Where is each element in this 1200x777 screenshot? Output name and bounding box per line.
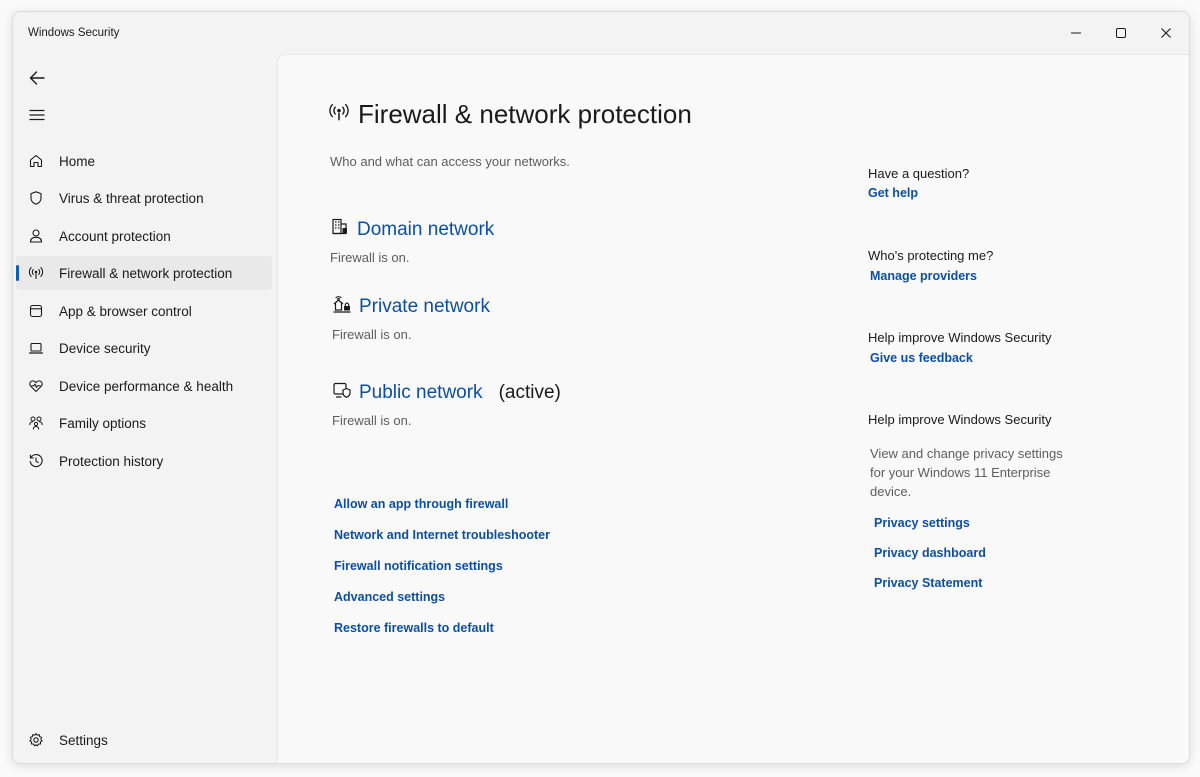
privacy-statement-link[interactable]: Privacy Statement <box>874 576 982 590</box>
heart-pulse-icon <box>27 377 45 395</box>
history-icon <box>27 452 45 470</box>
home-icon <box>27 152 45 170</box>
public-network-title: Public network <box>359 381 483 403</box>
sidebar-item-settings[interactable]: Settings <box>16 723 272 757</box>
antenna-icon <box>328 101 350 128</box>
sidebar-item-firewall-network-protection[interactable]: Firewall & network protection <box>16 256 272 290</box>
main-content: Firewall & network protection Who and wh… <box>277 54 1189 763</box>
notification-settings-link[interactable]: Firewall notification settings <box>334 559 550 590</box>
private-network-link[interactable]: Private network <box>332 294 490 319</box>
shield-icon <box>27 189 45 207</box>
troubleshooter-link[interactable]: Network and Internet troubleshooter <box>334 528 550 559</box>
app-window: Windows Security Home Virus & threat pro… <box>12 11 1190 764</box>
back-button[interactable] <box>21 64 53 92</box>
close-button[interactable] <box>1148 20 1184 46</box>
building-icon <box>330 217 350 242</box>
sidebar-item-home[interactable]: Home <box>16 144 272 178</box>
public-network-active-label: (active) <box>498 381 561 403</box>
sidebar: Home Virus & threat protection Account p… <box>13 54 277 763</box>
maximize-icon <box>1116 28 1126 38</box>
public-network-icon <box>332 380 352 405</box>
privacy-title: Help improve Windows Security <box>868 412 1052 427</box>
advanced-settings-link[interactable]: Advanced settings <box>334 590 550 621</box>
page-subtitle: Who and what can access your networks. <box>330 154 570 169</box>
back-arrow-icon <box>29 71 45 85</box>
domain-network-link[interactable]: Domain network <box>330 217 494 242</box>
person-icon <box>27 227 45 245</box>
private-network-section: Private network Firewall is on. <box>332 294 490 343</box>
privacy-settings-link[interactable]: Privacy settings <box>874 516 970 530</box>
domain-network-section: Domain network Firewall is on. <box>330 217 494 266</box>
allow-app-link[interactable]: Allow an app through firewall <box>334 497 550 528</box>
private-network-title: Private network <box>359 295 490 317</box>
sidebar-item-virus-threat-protection[interactable]: Virus & threat protection <box>16 181 272 215</box>
give-feedback-link[interactable]: Give us feedback <box>870 351 973 365</box>
sidebar-item-device-performance-health[interactable]: Device performance & health <box>16 369 272 403</box>
gear-icon <box>27 731 45 749</box>
public-network-section: Public network (active) Firewall is on. <box>332 380 561 429</box>
app-window-icon <box>27 302 45 320</box>
privacy-description: View and change privacy settings for you… <box>870 446 1063 499</box>
title-bar: Windows Security <box>13 12 1189 54</box>
private-home-network-icon <box>332 294 352 319</box>
page-title: Firewall & network protection <box>358 99 692 129</box>
sidebar-item-account-protection[interactable]: Account protection <box>16 219 272 253</box>
sidebar-item-app-browser-control[interactable]: App & browser control <box>16 294 272 328</box>
maximize-button[interactable] <box>1103 20 1139 46</box>
minimize-icon <box>1071 32 1081 34</box>
sidebar-item-protection-history[interactable]: Protection history <box>16 444 272 478</box>
feedback-title: Help improve Windows Security <box>868 330 1052 345</box>
minimize-button[interactable] <box>1058 20 1094 46</box>
selection-indicator <box>16 265 19 281</box>
antenna-icon <box>27 264 45 282</box>
restore-defaults-link[interactable]: Restore firewalls to default <box>334 621 550 652</box>
privacy-dashboard-link[interactable]: Privacy dashboard <box>874 546 986 560</box>
page-header: Firewall & network protection <box>328 99 692 130</box>
laptop-icon <box>27 339 45 357</box>
protecting-title: Who's protecting me? <box>868 248 994 263</box>
domain-network-title: Domain network <box>357 218 495 240</box>
close-icon <box>1161 28 1171 38</box>
get-help-link[interactable]: Get help <box>868 186 918 200</box>
sidebar-item-family-options[interactable]: Family options <box>16 406 272 440</box>
sidebar-item-device-security[interactable]: Device security <box>16 331 272 365</box>
private-network-status: Firewall is on. <box>332 327 412 342</box>
domain-network-status: Firewall is on. <box>330 250 410 265</box>
menu-button[interactable] <box>21 101 53 129</box>
firewall-links: Allow an app through firewall Network an… <box>334 497 550 652</box>
public-network-status: Firewall is on. <box>332 413 412 428</box>
app-title: Windows Security <box>28 27 120 39</box>
question-title: Have a question? <box>868 166 970 181</box>
family-icon <box>27 414 45 432</box>
public-network-link[interactable]: Public network (active) <box>332 380 561 405</box>
hamburger-menu-icon <box>29 109 45 121</box>
manage-providers-link[interactable]: Manage providers <box>870 269 977 283</box>
